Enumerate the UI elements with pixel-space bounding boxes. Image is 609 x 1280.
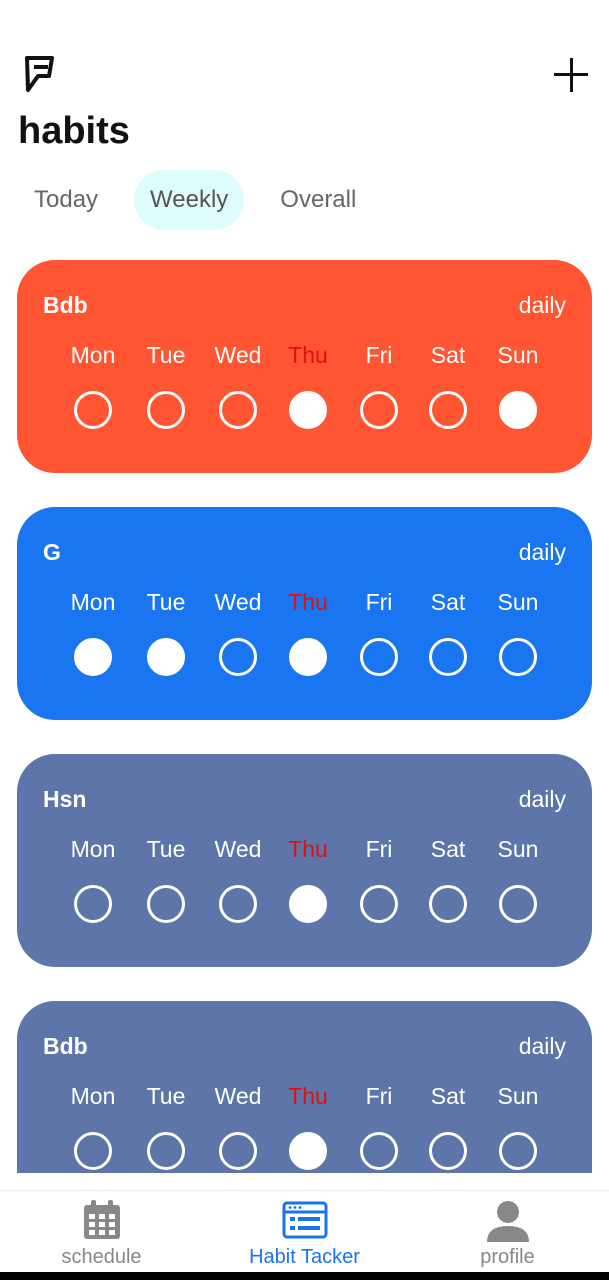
day-label-fri: Fri [365, 836, 393, 862]
day-check-thu[interactable] [289, 391, 327, 429]
habit-name: Bdb [43, 1033, 88, 1059]
day-check-fri[interactable] [360, 638, 398, 676]
day-check-sat[interactable] [429, 1132, 467, 1170]
day-label-sat: Sat [430, 342, 466, 368]
day-label-tue: Tue [146, 836, 186, 862]
calendar-icon [83, 1200, 120, 1239]
habit-card[interactable]: Bdb daily Mon Tue Wed Thu Fri Sat Sun [17, 1001, 592, 1173]
nav-habit-tracker-label: Habit Tacker [249, 1246, 360, 1268]
habit-name: G [43, 539, 61, 565]
day-label-sat: Sat [430, 1083, 466, 1109]
day-label-sun: Sun [497, 342, 539, 368]
habit-frequency: daily [518, 292, 566, 318]
habit-frequency: daily [518, 786, 566, 812]
day-check-fri[interactable] [360, 885, 398, 923]
day-label-thu: Thu [288, 1083, 328, 1109]
day-check-wed[interactable] [219, 1132, 257, 1170]
day-label-wed: Wed [214, 589, 262, 615]
day-label-wed: Wed [214, 836, 262, 862]
day-label-fri: Fri [365, 589, 393, 615]
nav-profile-label: profile [480, 1246, 535, 1268]
day-check-sun[interactable] [499, 638, 537, 676]
user-icon [486, 1201, 529, 1242]
day-label-fri: Fri [365, 342, 393, 368]
day-check-mon[interactable] [74, 638, 112, 676]
habit-list[interactable]: Bdb daily Mon Tue Wed Thu Fri Sat Sun Gdaily Mon Tu… [0, 0, 609, 1173]
bottom-navigation: schedule Habit Tacker profile [0, 1190, 609, 1273]
habit-name: Hsn [43, 786, 87, 812]
day-label-mon: Mon [70, 342, 116, 368]
nav-habit-tracker[interactable]: Habit Tacker [203, 1191, 406, 1273]
day-check-thu[interactable] [289, 638, 327, 676]
day-check-wed[interactable] [219, 885, 257, 923]
day-check-tue[interactable] [147, 885, 185, 923]
day-check-sun[interactable] [499, 1132, 537, 1170]
day-check-sun[interactable] [499, 885, 537, 923]
day-check-sat[interactable] [429, 638, 467, 676]
habit-frequency: daily [518, 1033, 566, 1059]
day-check-thu[interactable] [289, 885, 327, 923]
habit-name: Bdb [43, 292, 88, 318]
habit-card[interactable]: Hsn daily Mon Tue Wed Thu Fri Sat Sun [17, 754, 592, 967]
day-check-tue[interactable] [147, 391, 185, 429]
habit-card[interactable]: Bdb daily Mon Tue Wed Thu Fri Sat Sun [17, 260, 592, 473]
day-label-sun: Sun [497, 836, 539, 862]
system-gesture-bar [0, 1272, 609, 1280]
day-label-sun: Sun [497, 589, 539, 615]
day-check-sat[interactable] [429, 885, 467, 923]
day-check-tue[interactable] [147, 1132, 185, 1170]
day-label-sun: Sun [497, 1083, 539, 1109]
day-label-tue: Tue [146, 1083, 186, 1109]
day-label-wed: Wed [214, 1083, 262, 1109]
habit-list-icon [282, 1201, 327, 1239]
day-label-mon: Mon [70, 836, 116, 862]
day-check-sun[interactable] [499, 391, 537, 429]
day-label-sat: Sat [430, 589, 466, 615]
day-label-wed: Wed [214, 342, 262, 368]
day-label-mon: Mon [70, 589, 116, 615]
day-label-sat: Sat [430, 836, 466, 862]
day-check-mon[interactable] [74, 1132, 112, 1170]
day-check-mon[interactable] [74, 391, 112, 429]
day-check-wed[interactable] [219, 638, 257, 676]
day-check-mon[interactable] [74, 885, 112, 923]
day-check-thu[interactable] [289, 1132, 327, 1170]
day-check-sat[interactable] [429, 391, 467, 429]
day-label-fri: Fri [365, 1083, 393, 1109]
day-label-thu: Thu [288, 589, 328, 615]
day-label-thu: Thu [288, 342, 328, 368]
day-check-wed[interactable] [219, 391, 257, 429]
day-label-tue: Tue [146, 342, 186, 368]
habit-card[interactable]: Gdaily Mon Tue Wed Thu Fri Sat Sun [17, 507, 592, 720]
nav-profile[interactable]: profile [406, 1191, 609, 1273]
habit-frequency: daily [518, 539, 566, 565]
nav-schedule[interactable]: schedule [0, 1191, 203, 1273]
day-check-fri[interactable] [360, 1132, 398, 1170]
day-label-tue: Tue [146, 589, 186, 615]
day-check-tue[interactable] [147, 638, 185, 676]
day-label-thu: Thu [288, 836, 328, 862]
nav-schedule-label: schedule [61, 1246, 142, 1268]
day-label-mon: Mon [70, 1083, 116, 1109]
day-check-fri[interactable] [360, 391, 398, 429]
